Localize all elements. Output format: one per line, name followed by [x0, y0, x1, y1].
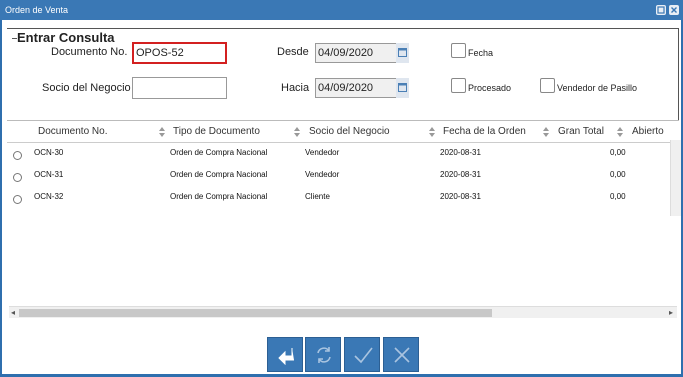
sort-icon[interactable]	[159, 127, 165, 137]
fecha-checkbox[interactable]	[451, 43, 466, 58]
ok-button[interactable]	[344, 337, 380, 372]
sort-icon[interactable]	[429, 127, 435, 137]
dialog-content: Entrar Consulta Documento No. Socio del …	[2, 20, 681, 374]
zoom-back-button[interactable]	[267, 337, 303, 372]
close-icon	[671, 7, 677, 13]
column-header-documento[interactable]: Documento No.	[38, 126, 107, 137]
calendar-icon	[398, 48, 407, 57]
row-fecha: 2020-08-31	[440, 192, 481, 201]
scroll-left-icon[interactable]: ◂	[11, 308, 15, 317]
row-fecha: 2020-08-31	[440, 170, 481, 179]
row-tipo: Orden de Compra Nacional	[170, 170, 268, 179]
row-tipo: Orden de Compra Nacional	[170, 192, 268, 201]
close-icon	[394, 347, 410, 363]
table-header: Documento No. Tipo de Documento Socio de…	[7, 121, 679, 143]
sort-icon[interactable]	[294, 127, 300, 137]
horizontal-scrollbar[interactable]: ◂ ▸	[9, 306, 677, 318]
row-tipo: Orden de Compra Nacional	[170, 148, 268, 157]
calendar-icon	[398, 83, 407, 92]
desde-label: Desde	[277, 46, 309, 58]
row-documento: OCN-32	[34, 192, 64, 201]
row-documento: OCN-30	[34, 148, 64, 157]
row-total: 0,00	[610, 148, 626, 157]
row-radio[interactable]	[13, 151, 22, 160]
row-socio: Cliente	[305, 192, 330, 201]
sort-icon[interactable]	[543, 127, 549, 137]
documento-input[interactable]	[132, 42, 227, 64]
check-icon	[354, 347, 373, 364]
column-header-total[interactable]: Gran Total	[558, 126, 604, 137]
column-header-fecha[interactable]: Fecha de la Orden	[443, 126, 526, 137]
table-row[interactable]: OCN-31 Orden de Compra Nacional Vendedor…	[7, 165, 679, 187]
procesado-label: Procesado	[468, 83, 512, 93]
hacia-calendar-button[interactable]	[396, 78, 409, 98]
maximize-button[interactable]	[656, 5, 666, 15]
vertical-scrollbar[interactable]	[670, 140, 681, 216]
title-bar: Orden de Venta	[0, 0, 683, 20]
desde-calendar-button[interactable]	[396, 43, 409, 63]
vendedor-pasillo-label: Vendedor de Pasillo	[557, 83, 638, 93]
row-socio: Vendedor	[305, 148, 340, 157]
back-arrow-icon	[278, 348, 294, 365]
cancel-button[interactable]	[383, 337, 419, 372]
documento-label: Documento No.	[51, 46, 128, 58]
row-socio: Vendedor	[305, 170, 340, 179]
results-table: Documento No. Tipo de Documento Socio de…	[7, 120, 679, 320]
table-row[interactable]: OCN-32 Orden de Compra Nacional Cliente …	[7, 187, 679, 209]
row-total: 0,00	[610, 192, 626, 201]
column-header-socio[interactable]: Socio del Negocio	[309, 126, 390, 137]
table-row[interactable]: OCN-30 Orden de Compra Nacional Vendedor…	[7, 143, 679, 165]
query-legend: Entrar Consulta	[17, 30, 119, 45]
hacia-date-input[interactable]	[315, 78, 409, 98]
row-total: 0,00	[610, 170, 626, 179]
column-header-abierto[interactable]: Abierto	[632, 126, 664, 137]
row-fecha: 2020-08-31	[440, 148, 481, 157]
maximize-icon	[657, 6, 665, 14]
row-documento: OCN-31	[34, 170, 64, 179]
window: Orden de Venta Entrar Consulta Documento…	[0, 0, 683, 377]
fecha-label: Fecha	[468, 48, 494, 58]
close-button[interactable]	[669, 5, 679, 15]
row-radio[interactable]	[13, 173, 22, 182]
column-header-tipo[interactable]: Tipo de Documento	[173, 126, 260, 137]
vendedor-pasillo-checkbox[interactable]	[540, 78, 555, 93]
refresh-button[interactable]	[305, 337, 341, 372]
refresh-icon	[317, 347, 331, 363]
window-title: Orden de Venta	[5, 5, 69, 15]
scroll-right-icon[interactable]: ▸	[669, 308, 673, 317]
sort-icon[interactable]	[617, 127, 623, 137]
row-radio[interactable]	[13, 195, 22, 204]
hacia-label: Hacia	[281, 82, 310, 94]
scrollbar-thumb[interactable]	[19, 309, 492, 317]
procesado-checkbox[interactable]	[451, 78, 466, 93]
socio-input[interactable]	[132, 77, 227, 99]
socio-label: Socio del Negocio	[42, 82, 131, 94]
desde-date-input[interactable]	[315, 43, 409, 63]
